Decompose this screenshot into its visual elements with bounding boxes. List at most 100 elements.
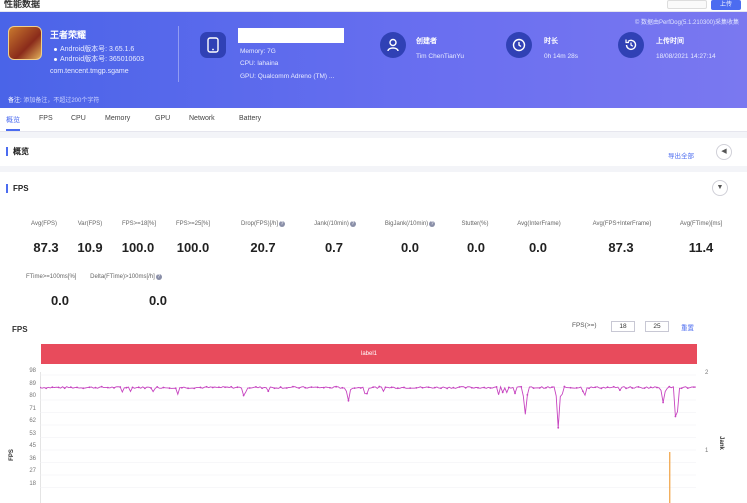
label-bar[interactable]: label1: [41, 344, 697, 364]
fps-point: [353, 387, 356, 390]
stat-label: BigJank(/10min)?: [384, 221, 436, 227]
stat-value: 100.0: [176, 240, 210, 255]
fps-point: [514, 392, 516, 395]
stat-value: 100.0: [121, 240, 155, 255]
tab-overview[interactable]: 概览: [6, 115, 20, 125]
fps-point: [57, 386, 60, 389]
y-axis-label: FPS: [8, 449, 15, 461]
stat-value: 11.4: [688, 240, 714, 255]
export-all-link[interactable]: 导出全部: [668, 150, 694, 160]
upload-button[interactable]: 上传: [711, 0, 741, 10]
stat-label: FTime>=100ms[%]: [26, 274, 77, 280]
fps-point: [285, 387, 288, 389]
y-tick-label: 89: [29, 380, 36, 387]
y2-axis-label: Jank: [717, 436, 724, 450]
fps-point: [612, 385, 615, 388]
tab-network[interactable]: Network: [189, 115, 215, 122]
upload-time-value: 18/08/2021 14:27:14: [656, 53, 716, 60]
fps-point: [470, 386, 473, 389]
top-bar: 性能数据 上传: [0, 0, 747, 12]
fps-point: [298, 387, 301, 389]
fps-point: [94, 386, 97, 389]
y2-tick-label: 1: [705, 448, 709, 454]
tab-gpu[interactable]: GPU: [155, 115, 170, 122]
fps-threshold-input-2[interactable]: 25: [645, 321, 669, 332]
stat-label: Jank(/10min)?: [314, 221, 356, 227]
fps-point: [588, 387, 590, 390]
fps-point: [569, 386, 572, 389]
fps-point: [292, 385, 294, 388]
fps-point: [477, 386, 479, 389]
duration-value: 0h 14m 28s: [544, 53, 578, 60]
fps-point: [372, 386, 375, 389]
fps-point: [643, 387, 646, 390]
stat-label: FPS>=25[%]: [175, 221, 211, 227]
fps-filter-label: FPS(>=): [572, 322, 597, 329]
tab-memory[interactable]: Memory: [105, 115, 130, 122]
stat-value: 10.9: [77, 240, 103, 255]
fps-point: [631, 387, 634, 389]
note-field[interactable]: 备注: 添加备注，不超过200个字符: [8, 95, 99, 104]
stat-label: Avg(FPS): [31, 221, 57, 227]
fps-chart[interactable]: [40, 372, 700, 503]
y-tick-label: 53: [29, 430, 36, 437]
fps-point: [563, 385, 566, 388]
fps-point: [76, 386, 78, 389]
stat-value: 0.0: [50, 293, 70, 308]
reset-link[interactable]: 重置: [681, 322, 694, 332]
stat-value: 20.7: [250, 240, 276, 255]
fps-point: [637, 386, 640, 388]
fps-point: [668, 385, 671, 388]
stat-label: Avg(FTime)[ms]: [679, 221, 723, 227]
stat-label: Var(FPS): [77, 221, 103, 227]
fps-point: [403, 386, 405, 389]
fps-point: [279, 386, 282, 388]
fps-threshold-input-1[interactable]: 18: [611, 321, 635, 332]
fps-point: [316, 386, 319, 389]
y-tick-label: 98: [29, 368, 36, 374]
collapse-down-icon[interactable]: ▼: [712, 180, 728, 196]
fps-point: [113, 387, 115, 389]
fps-point: [409, 387, 412, 390]
device-cpu: CPU: lahaina: [240, 60, 279, 67]
divider: [178, 26, 179, 82]
tab-cpu[interactable]: CPU: [71, 115, 86, 122]
fps-point: [649, 386, 652, 389]
clock-icon: [506, 32, 532, 58]
app-icon: [8, 26, 42, 60]
tab-fps[interactable]: FPS: [39, 115, 53, 122]
fps-point: [236, 386, 239, 389]
fps-point: [329, 386, 331, 389]
fps-point: [248, 387, 251, 389]
secondary-button[interactable]: [667, 0, 707, 9]
tab-battery[interactable]: Battery: [239, 115, 261, 122]
fps-point: [230, 385, 233, 388]
fps-point: [180, 386, 183, 389]
stat-value: 0.0: [400, 240, 420, 255]
fps-point: [384, 386, 387, 389]
fps-point: [261, 387, 263, 390]
fps-point: [538, 387, 541, 389]
fps-point: [433, 386, 436, 389]
y-tick-label: 71: [29, 405, 36, 412]
android-version: Android版本号: 3.65.1.6: [54, 44, 134, 54]
fps-point: [162, 386, 165, 389]
fps-point: [378, 385, 381, 388]
fps-point: [137, 386, 140, 389]
fps-point: [501, 391, 504, 394]
fps-point: [674, 415, 677, 418]
fps-point: [662, 401, 664, 404]
fps-point: [347, 399, 350, 402]
fps-point: [187, 387, 189, 390]
fps-point: [427, 386, 430, 389]
fps-point: [211, 386, 214, 389]
overview-title: 概览: [6, 147, 29, 156]
collapse-left-icon[interactable]: ◀: [716, 144, 732, 160]
fps-point: [557, 426, 560, 429]
phone-icon: [200, 32, 226, 58]
fps-point: [575, 387, 578, 389]
stat-label: Drop(FPS)[/h]?: [240, 221, 285, 227]
fps-point: [520, 385, 523, 388]
fps-series-line: [40, 385, 696, 428]
fps-point: [495, 385, 498, 388]
